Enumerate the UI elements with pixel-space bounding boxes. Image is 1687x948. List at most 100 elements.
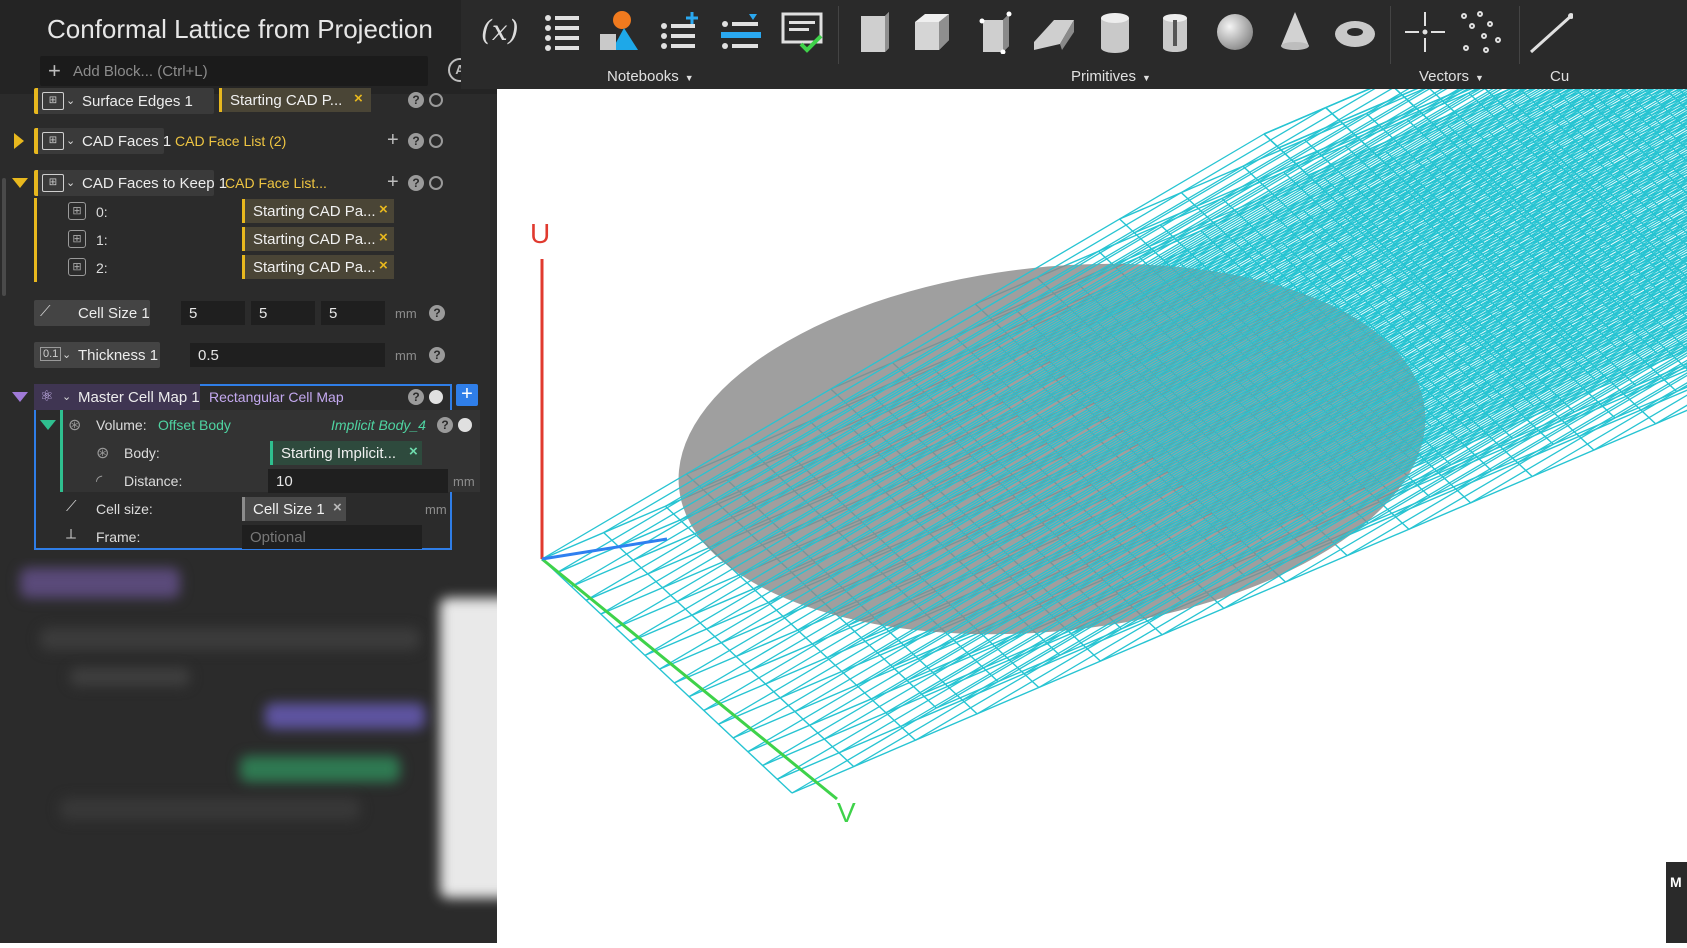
help-icon[interactable]: ? — [408, 133, 424, 149]
collapse-arrow-icon[interactable] — [12, 178, 28, 188]
block-name: Surface Edges 1 — [82, 93, 193, 110]
cell-size-z-field[interactable]: 5 — [321, 301, 385, 325]
primitives-menu[interactable]: Primitives▼ — [1071, 68, 1151, 85]
insert-list-icon[interactable] — [719, 10, 763, 54]
reference-chip[interactable]: Starting CAD Pa... × — [242, 227, 394, 251]
cell-size-block[interactable]: ⟋ Cell Size 1 — [34, 300, 150, 326]
chevron-down-icon[interactable]: ⌄ — [66, 176, 75, 189]
cell-size-x-field[interactable]: 5 — [181, 301, 245, 325]
collapse-arrow-icon[interactable] — [40, 420, 56, 430]
variable-icon[interactable]: (x) — [481, 14, 525, 58]
cad-face-icon: ⊞ — [68, 258, 86, 276]
output-toggle-icon[interactable] — [429, 176, 443, 190]
volume-label: Volume: — [96, 417, 147, 433]
plus-icon: + — [48, 58, 61, 84]
chevron-down-icon[interactable]: ⌄ — [66, 94, 75, 107]
output-toggle-icon[interactable] — [429, 390, 443, 404]
torus-icon[interactable] — [1333, 10, 1377, 54]
reference-chip[interactable]: Starting CAD Pa... × — [242, 255, 394, 279]
help-icon[interactable]: ? — [429, 347, 445, 363]
frame-field[interactable]: Optional — [242, 525, 422, 549]
vector-icon: ⟋ — [40, 303, 51, 320]
chevron-down-icon[interactable]: ⌄ — [66, 134, 75, 147]
block-name: Master Cell Map 1 — [78, 389, 200, 406]
add-item-icon[interactable]: + — [387, 172, 399, 192]
remove-icon[interactable]: × — [379, 229, 388, 246]
sphere-icon[interactable] — [1213, 10, 1257, 54]
list-rail — [34, 198, 37, 282]
shapes-icon[interactable] — [598, 10, 642, 54]
output-toggle-icon[interactable] — [458, 418, 472, 432]
frame-icon: ⟂ — [66, 526, 76, 543]
side-panel-tab[interactable]: M — [1666, 862, 1687, 943]
reference-label: Starting CAD Pa... — [253, 259, 376, 276]
help-icon[interactable]: ? — [408, 175, 424, 191]
3d-viewport[interactable]: UV — [497, 89, 1687, 943]
separator — [838, 6, 839, 64]
surface-edges-block[interactable]: ⊞ ⌄ Surface Edges 1 — [34, 88, 214, 114]
scrollbar[interactable] — [2, 178, 6, 296]
checklist-icon[interactable] — [781, 10, 825, 54]
cuboid-icon[interactable] — [973, 10, 1017, 54]
pipe-icon[interactable] — [1153, 10, 1197, 54]
cylinder-icon[interactable] — [1093, 10, 1137, 54]
thickness-block[interactable]: 0.1 ⌄ Thickness 1 — [34, 342, 160, 368]
box-icon[interactable] — [853, 10, 897, 54]
reference-chip[interactable]: Starting CAD P... × — [219, 88, 371, 112]
remove-icon[interactable]: × — [379, 257, 388, 274]
lattice-scene[interactable]: UV — [497, 89, 1687, 943]
cell-map-icon: ⚛ — [40, 387, 53, 405]
cube-icon[interactable] — [911, 10, 955, 54]
cell-size-y-field[interactable]: 5 — [251, 301, 315, 325]
volume-icon: ⊛ — [68, 415, 81, 435]
add-block-input[interactable]: + Add Block... (Ctrl+L) — [40, 56, 428, 86]
line-icon[interactable] — [1529, 10, 1573, 54]
reference-chip[interactable]: Starting CAD Pa... × — [242, 199, 394, 223]
list-icon[interactable] — [540, 10, 584, 54]
chevron-down-icon[interactable]: ⌄ — [62, 348, 71, 361]
remove-icon[interactable]: × — [379, 201, 388, 218]
add-list-icon[interactable] — [658, 10, 702, 54]
cad-faces-block[interactable]: ⊞ ⌄ CAD Faces 1 — [34, 128, 164, 154]
remove-icon[interactable]: × — [333, 499, 342, 516]
help-icon[interactable]: ? — [408, 389, 424, 405]
lattice-strut — [542, 559, 792, 793]
remove-icon[interactable]: × — [354, 90, 363, 107]
wedge-icon[interactable] — [1032, 10, 1076, 54]
cone-icon[interactable] — [1273, 10, 1317, 54]
distance-field[interactable]: 10 — [268, 469, 448, 493]
reference-label: Cell Size 1 — [253, 501, 325, 518]
point-cloud-icon[interactable] — [1458, 10, 1502, 54]
chevron-down-icon[interactable]: ⌄ — [62, 390, 71, 403]
list-index: 2: — [96, 260, 108, 276]
help-icon[interactable]: ? — [437, 417, 453, 433]
help-icon[interactable]: ? — [408, 92, 424, 108]
cad-faces-keep-block[interactable]: ⊞ ⌄ CAD Faces to Keep 1 — [34, 170, 214, 196]
curves-menu[interactable]: Cu — [1550, 68, 1569, 85]
page-title: Conformal Lattice from Projection — [47, 14, 433, 45]
vectors-menu[interactable]: Vectors▼ — [1419, 68, 1484, 85]
point-icon[interactable] — [1403, 10, 1447, 54]
list-index: 0: — [96, 204, 108, 220]
panel-header: Conformal Lattice from Projection + Add … — [0, 0, 497, 94]
help-icon[interactable]: ? — [429, 305, 445, 321]
reference-chip[interactable]: Starting Implicit... × — [270, 441, 422, 465]
blurred-region — [0, 558, 513, 943]
thickness-field[interactable]: 0.5 — [190, 343, 385, 367]
output-toggle-icon[interactable] — [429, 134, 443, 148]
notebooks-menu[interactable]: Notebooks▼ — [607, 68, 694, 85]
unit-label: mm — [395, 306, 417, 321]
remove-icon[interactable]: × — [409, 443, 418, 460]
master-cell-map-header[interactable]: ⚛ ⌄ Master Cell Map 1 — [34, 384, 200, 410]
add-item-icon[interactable]: + — [387, 130, 399, 150]
add-block-placeholder: Add Block... (Ctrl+L) — [73, 63, 208, 80]
frame-label: Frame: — [96, 529, 140, 545]
output-toggle-icon[interactable] — [429, 93, 443, 107]
unit-label: mm — [425, 502, 447, 517]
add-output-button[interactable]: + — [456, 384, 478, 406]
reference-chip[interactable]: Cell Size 1 × — [242, 497, 346, 521]
cell-map-type: Rectangular Cell Map — [209, 389, 344, 405]
collapse-arrow-icon[interactable] — [12, 392, 28, 402]
body-icon: ⊛ — [96, 443, 109, 463]
expand-arrow-icon[interactable] — [14, 133, 24, 149]
